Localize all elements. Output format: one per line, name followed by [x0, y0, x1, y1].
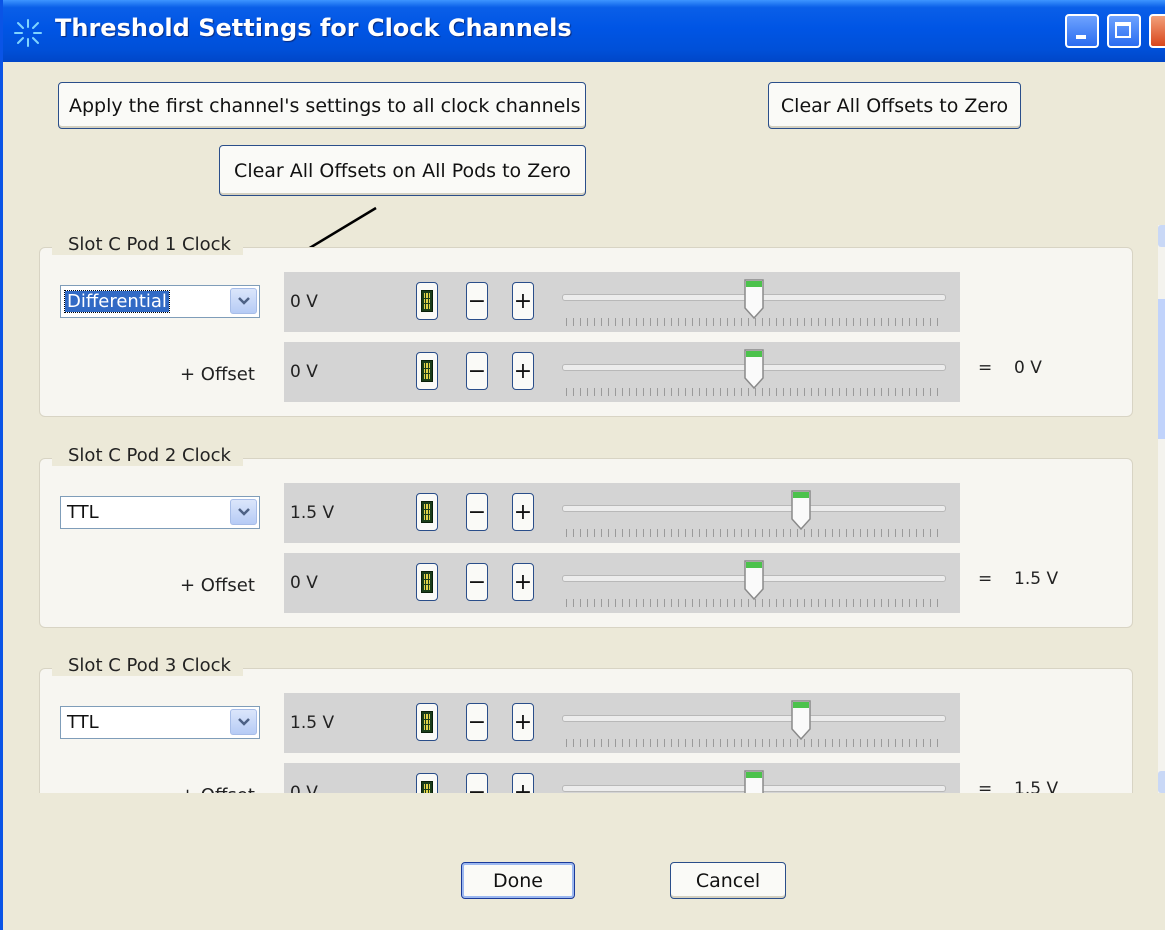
window-title: Threshold Settings for Clock Channels: [55, 14, 572, 42]
slider-thumb-icon[interactable]: [790, 489, 812, 531]
clock-channel-group-3: Slot C Pod 3 Clock TTL 1.5 V − + + Offse…: [39, 655, 1133, 793]
calculator-icon[interactable]: [416, 773, 438, 793]
increment-button[interactable]: +: [512, 703, 534, 741]
equals-sign: =: [978, 779, 993, 793]
total-threshold-value: 1.5 V: [1014, 569, 1059, 589]
chevron-down-icon[interactable]: [230, 499, 257, 525]
increment-button[interactable]: +: [512, 563, 534, 601]
clock-channel-group-1: Slot C Pod 1 Clock Differential 0 V − + …: [39, 234, 1133, 417]
apply-first-channel-settings-button[interactable]: Apply the first channel's settings to al…: [58, 82, 586, 129]
threshold-settings-dialog: Threshold Settings for Clock Channels Ap…: [0, 0, 1165, 930]
calculator-icon[interactable]: [416, 563, 438, 601]
offset-label: + Offset: [180, 785, 255, 793]
slider-thumb-icon[interactable]: [790, 699, 812, 741]
decrement-button[interactable]: −: [466, 352, 488, 390]
increment-button[interactable]: +: [512, 773, 534, 793]
offset-row: 0 V − +: [284, 553, 960, 613]
group-title: Slot C Pod 1 Clock: [52, 234, 243, 255]
threshold-type-select[interactable]: TTL: [60, 706, 260, 739]
threshold-type-select[interactable]: Differential: [60, 285, 260, 318]
threshold-slider[interactable]: [562, 505, 946, 512]
calculator-icon[interactable]: [416, 493, 438, 531]
group-title: Slot C Pod 3 Clock: [52, 655, 243, 676]
group-title: Slot C Pod 2 Clock: [52, 445, 243, 466]
slider-ticks: [566, 529, 942, 537]
threshold-row: 0 V − +: [284, 272, 960, 332]
slider-ticks: [566, 739, 942, 747]
calculator-icon[interactable]: [416, 703, 438, 741]
decrement-button[interactable]: −: [466, 493, 488, 531]
threshold-type-value: Differential: [64, 290, 170, 313]
scroll-up-button[interactable]: [1158, 225, 1165, 247]
slider-thumb-icon[interactable]: [743, 559, 765, 601]
clear-all-offsets-all-pods-button[interactable]: Clear All Offsets on All Pods to Zero: [219, 145, 586, 196]
threshold-type-value: TTL: [67, 712, 99, 733]
maximize-button[interactable]: [1107, 14, 1141, 48]
total-threshold-value: 1.5 V: [1014, 779, 1059, 793]
increment-button[interactable]: +: [512, 493, 534, 531]
offset-row: 0 V − +: [284, 763, 960, 793]
offset-value: 0 V: [290, 573, 318, 593]
decrement-button[interactable]: −: [466, 703, 488, 741]
slider-thumb-icon[interactable]: [743, 769, 765, 793]
calculator-icon[interactable]: [416, 352, 438, 390]
channel-groups-scroll-area[interactable]: Slot C Pod 1 Clock Differential 0 V − + …: [39, 225, 1139, 793]
minimize-button[interactable]: [1065, 14, 1099, 48]
done-button[interactable]: Done: [461, 862, 575, 899]
increment-button[interactable]: +: [512, 282, 534, 320]
equals-sign: =: [978, 569, 993, 589]
offset-label: + Offset: [180, 364, 255, 385]
decrement-button[interactable]: −: [466, 563, 488, 601]
chevron-down-icon[interactable]: [230, 288, 257, 314]
slider-thumb-icon[interactable]: [743, 348, 765, 390]
threshold-type-select[interactable]: TTL: [60, 496, 260, 529]
scroll-down-button[interactable]: [1158, 771, 1165, 793]
offset-row: 0 V − +: [284, 342, 960, 402]
scroll-thumb[interactable]: [1158, 299, 1165, 439]
total-threshold-value: 0 V: [1014, 358, 1042, 378]
decrement-button[interactable]: −: [466, 282, 488, 320]
threshold-type-value: TTL: [67, 502, 99, 523]
title-bar[interactable]: Threshold Settings for Clock Channels: [3, 0, 1165, 62]
vertical-scrollbar[interactable]: [1158, 225, 1165, 793]
clock-channel-group-2: Slot C Pod 2 Clock TTL 1.5 V − + + Offse…: [39, 445, 1133, 628]
threshold-value: 0 V: [290, 292, 318, 312]
threshold-row: 1.5 V − +: [284, 483, 960, 543]
threshold-value: 1.5 V: [290, 503, 335, 523]
clear-all-offsets-button[interactable]: Clear All Offsets to Zero: [768, 82, 1021, 129]
equals-sign: =: [978, 358, 993, 378]
increment-button[interactable]: +: [512, 352, 534, 390]
close-button[interactable]: [1149, 14, 1165, 48]
threshold-value: 1.5 V: [290, 713, 335, 733]
decrement-button[interactable]: −: [466, 773, 488, 793]
threshold-slider[interactable]: [562, 715, 946, 722]
offset-label: + Offset: [180, 575, 255, 596]
calculator-icon[interactable]: [416, 282, 438, 320]
slider-thumb-icon[interactable]: [743, 278, 765, 320]
chevron-down-icon[interactable]: [230, 709, 257, 735]
cancel-button[interactable]: Cancel: [670, 862, 786, 899]
threshold-row: 1.5 V − +: [284, 693, 960, 753]
offset-value: 0 V: [290, 362, 318, 382]
offset-value: 0 V: [290, 783, 318, 793]
agilent-spark-icon: [14, 19, 42, 47]
